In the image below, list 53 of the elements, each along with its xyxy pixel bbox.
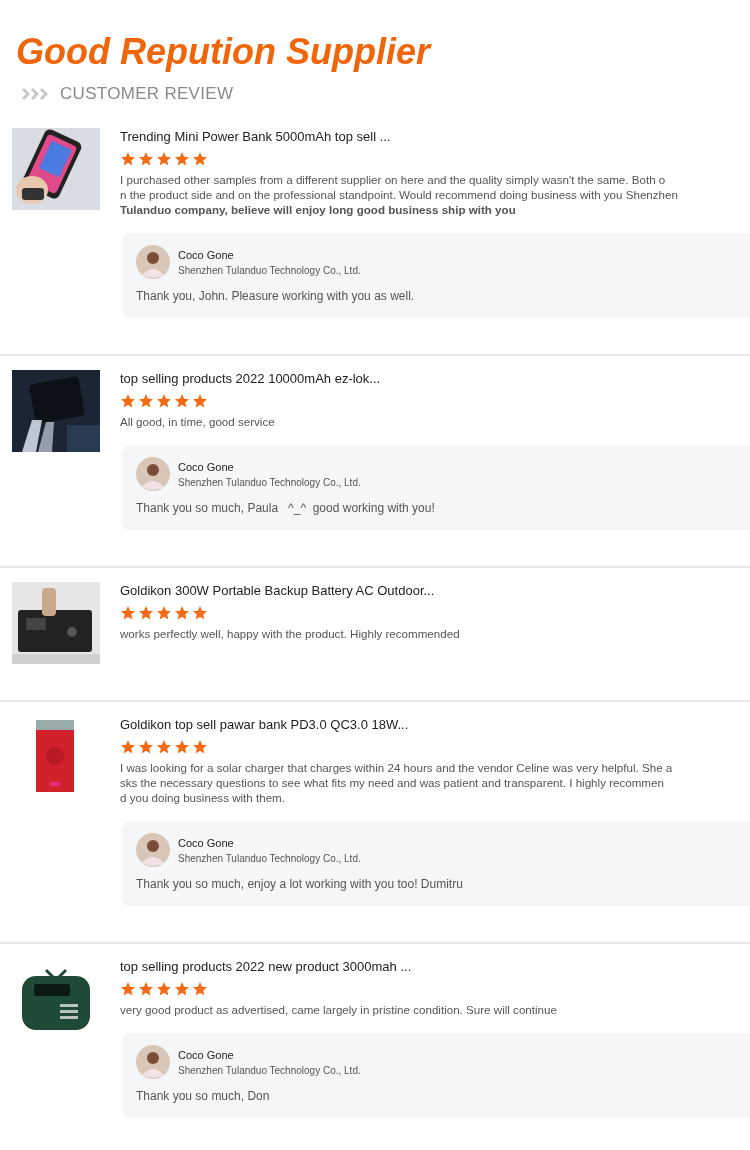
review-text: All good, in time, good service bbox=[120, 414, 275, 429]
avatar-icon bbox=[136, 245, 170, 279]
avatar-icon bbox=[136, 833, 170, 867]
star-icon bbox=[192, 739, 208, 755]
section-heading: CUSTOMER REVIEW bbox=[60, 84, 234, 104]
star-icon bbox=[120, 605, 136, 621]
star-icon bbox=[192, 605, 208, 621]
star-icon bbox=[156, 981, 172, 997]
star-icon bbox=[120, 739, 136, 755]
replier-name: Coco Gone bbox=[178, 836, 235, 849]
review-text: I was looking for a solar charger that charges within 24 hours and the vendor Celine was very helpful. She a sks the necessary questions to see what fits my need and was patient and transparent. I highly recommen d you doing business with them. bbox=[120, 760, 673, 805]
company-name: Shenzhen Tulanduo Technology Co., Ltd. bbox=[178, 476, 361, 488]
product-title[interactable]: Goldikon top sell pawar bank PD3.0 QC3.0 18W... bbox=[120, 717, 409, 732]
star-icon bbox=[174, 981, 190, 997]
star-icon bbox=[138, 981, 154, 997]
star-icon bbox=[192, 151, 208, 167]
star-icon bbox=[156, 739, 172, 755]
product-title[interactable]: top selling products 2022 10000mAh ez-lok... bbox=[120, 371, 381, 386]
product-title[interactable]: Goldikon 300W Portable Backup Battery AC Outdoor... bbox=[120, 583, 435, 598]
star-icon bbox=[174, 739, 190, 755]
star-icon bbox=[174, 151, 190, 167]
replier-name: Coco Gone bbox=[178, 1048, 235, 1061]
star-icon bbox=[156, 393, 172, 409]
reply-text: Thank you so much, Paula ^_^ good working with you! bbox=[136, 501, 435, 515]
reply-text: Thank you so much, Don bbox=[136, 1089, 270, 1103]
company-name: Shenzhen Tulanduo Technology Co., Ltd. bbox=[178, 1064, 361, 1076]
product-title[interactable]: Trending Mini Power Bank 5000mAh top sell ... bbox=[120, 129, 391, 144]
star-icon bbox=[174, 393, 190, 409]
star-icon bbox=[192, 981, 208, 997]
star-icon bbox=[192, 393, 208, 409]
star-icon bbox=[138, 739, 154, 755]
page-title: Good Repution Supplier bbox=[16, 30, 430, 74]
replier-name: Coco Gone bbox=[178, 460, 235, 473]
star-icon bbox=[156, 151, 172, 167]
star-icon bbox=[138, 393, 154, 409]
review-text: very good product as advertised, came largely in pristine condition. Sure will continue bbox=[120, 1002, 557, 1017]
star-icon bbox=[138, 605, 154, 621]
replier-name: Coco Gone bbox=[178, 248, 235, 261]
reply-text: Thank you, John. Pleasure working with you as well. bbox=[136, 289, 415, 303]
avatar-icon bbox=[136, 457, 170, 491]
company-name: Shenzhen Tulanduo Technology Co., Ltd. bbox=[178, 852, 361, 864]
review-text: works perfectly well, happy with the product. Highly recommended bbox=[120, 626, 460, 641]
star-icon bbox=[174, 605, 190, 621]
star-icon bbox=[138, 151, 154, 167]
review-text: I purchased other samples from a different supplier on here and the quality simply wasn't the same. Both o n the product side and on the professional standpoint. Would recommend doing business with you Shenzhen Tulanduo company, believe will enjoy long good business ship with you bbox=[120, 172, 678, 217]
product-title[interactable]: top selling products 2022 new product 3000mah ... bbox=[120, 959, 412, 974]
star-icon bbox=[120, 981, 136, 997]
reply-text: Thank you so much, enjoy a lot working with you too! Dumitru bbox=[136, 877, 463, 891]
star-icon bbox=[156, 605, 172, 621]
star-icon bbox=[120, 393, 136, 409]
company-name: Shenzhen Tulanduo Technology Co., Ltd. bbox=[178, 264, 361, 276]
star-icon bbox=[120, 151, 136, 167]
avatar-icon bbox=[136, 1045, 170, 1079]
